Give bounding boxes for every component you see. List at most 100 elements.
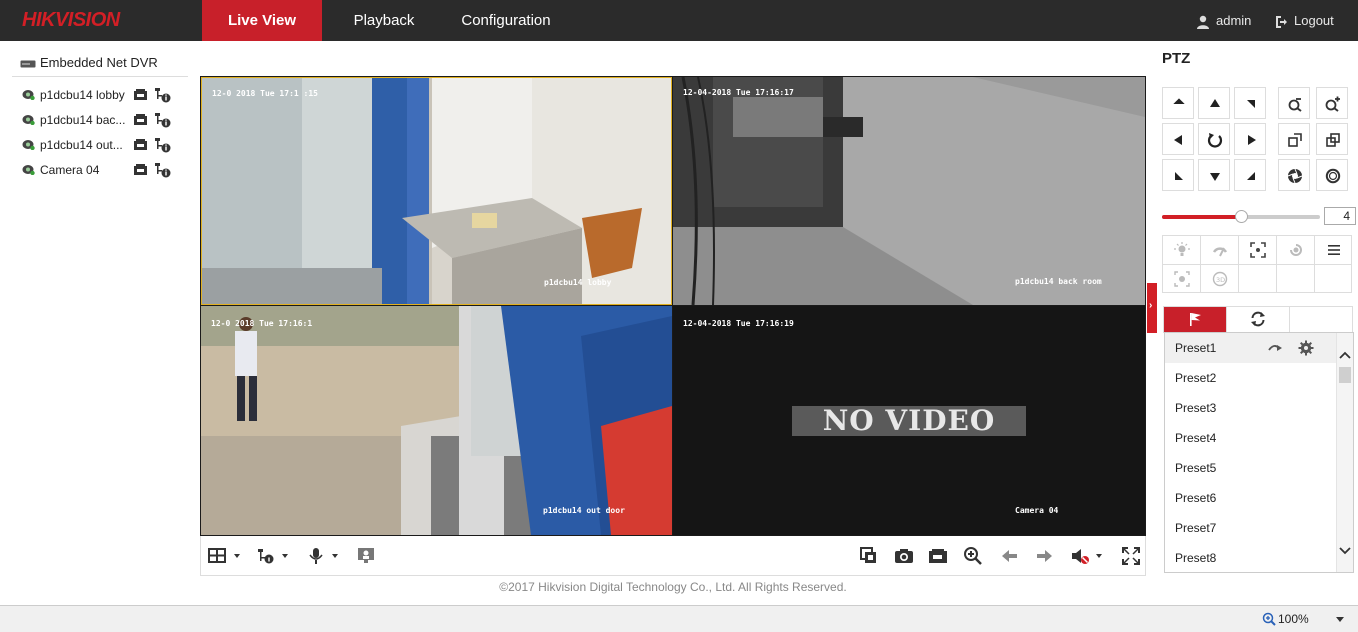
channel-info-icon[interactable] [154, 137, 172, 153]
ptz-up-button[interactable] [1198, 87, 1230, 119]
preset-scrollbar[interactable] [1336, 333, 1353, 572]
light-button[interactable] [1163, 236, 1201, 264]
camera-item[interactable]: p1dcbu14 bac... [22, 112, 182, 130]
camera-item[interactable]: Camera 04 [22, 162, 182, 180]
auxiliary-focus-button[interactable] [1239, 236, 1277, 264]
chevron-up-icon[interactable] [1338, 349, 1352, 361]
record-icon[interactable] [133, 163, 148, 177]
ptz-speed-value[interactable]: 4 [1324, 207, 1356, 225]
video-timestamp: 12-0 2018 Tue 17:1 :15 [212, 89, 318, 98]
call-preset-icon[interactable] [1267, 340, 1283, 356]
fullscreen-button[interactable] [1121, 546, 1145, 566]
stream-type-button[interactable] [257, 546, 288, 566]
ptz-up-right-button[interactable] [1234, 87, 1266, 119]
camera-icon [22, 90, 35, 100]
record-all-button[interactable] [928, 546, 952, 566]
zoom-out-button[interactable] [1278, 87, 1310, 119]
list-item[interactable]: Preset7 [1165, 513, 1337, 543]
wiper-icon [1212, 247, 1228, 257]
next-page-button[interactable] [1034, 546, 1058, 566]
tab-preset[interactable] [1164, 307, 1227, 332]
empty-function-slot [1277, 265, 1315, 293]
tab-playback[interactable]: Playback [334, 0, 434, 41]
gear-icon[interactable] [1298, 340, 1314, 356]
tab-pattern[interactable] [1290, 307, 1353, 332]
preset-label: Preset7 [1175, 521, 1217, 535]
tab-patrol[interactable] [1227, 307, 1290, 332]
previous-page-button[interactable] [1000, 546, 1024, 566]
ptz-down-right-button[interactable] [1234, 159, 1266, 191]
ptz-down-left-button[interactable] [1162, 159, 1194, 191]
fullscreen-icon [1122, 547, 1140, 565]
iris-open-button[interactable] [1278, 159, 1310, 191]
list-item[interactable]: Preset5 [1165, 453, 1337, 483]
tab-configuration[interactable]: Configuration [448, 0, 564, 41]
lens-initialization-button[interactable] [1277, 236, 1315, 264]
camera-item[interactable]: p1dcbu14 out... [22, 137, 182, 155]
device-tree-root[interactable]: Embedded Net DVR [20, 55, 158, 70]
focus-near-button[interactable] [1278, 123, 1310, 155]
browser-status-bar: 100% [0, 605, 1358, 632]
stop-all-button[interactable] [859, 546, 883, 566]
manual-tracking-button[interactable] [1163, 265, 1201, 293]
zoom-level[interactable]: 100% [1278, 612, 1309, 626]
volume-button[interactable] [1071, 546, 1102, 566]
3d-zoom-button[interactable]: 3D [1201, 265, 1239, 293]
video-camera-name: p1dcbu14 lobby [544, 278, 612, 287]
channel-info-icon[interactable] [154, 112, 172, 128]
function-divider [1163, 264, 1351, 265]
collapse-ptz-panel-button[interactable]: › [1147, 283, 1157, 333]
list-item[interactable]: Preset3 [1165, 393, 1337, 423]
light-bulb-icon [1174, 242, 1190, 256]
wiper-button[interactable] [1201, 236, 1239, 264]
chevron-down-icon[interactable] [1335, 616, 1345, 624]
camera-item[interactable]: p1dcbu14 lobby [22, 87, 182, 105]
capture-button[interactable] [894, 546, 918, 566]
video-tile-back-room[interactable]: 12-04-2018 Tue 17:16:17 p1dcbu14 back ro… [673, 77, 1145, 305]
video-tile-lobby[interactable]: 12-0 2018 Tue 17:1 :15 p1dcbu14 lobby [201, 77, 672, 305]
user-menu[interactable]: admin [1196, 0, 1251, 41]
list-item[interactable]: Preset8 [1165, 543, 1337, 572]
chevron-down-icon[interactable] [1338, 545, 1352, 557]
ptz-auto-scan-button[interactable] [1198, 123, 1230, 155]
logout-button[interactable]: Logout [1274, 0, 1334, 41]
rotate-icon [1207, 133, 1223, 148]
list-item[interactable]: Preset6 [1165, 483, 1337, 513]
preset-patrol-tabs [1163, 306, 1353, 333]
arrow-down-right-icon [1247, 172, 1255, 180]
window-layout-button[interactable] [208, 546, 240, 566]
ptz-right-button[interactable] [1234, 123, 1266, 155]
list-item[interactable]: Preset2 [1165, 363, 1337, 393]
username-label: admin [1216, 13, 1252, 28]
scrollbar-thumb[interactable] [1339, 367, 1351, 383]
video-tile-out-door[interactable]: 12-0 2018 Tue 17:16:1 p1dcbu14 out door [201, 306, 672, 535]
tab-live-view[interactable]: Live View [202, 0, 322, 41]
zoom-in-icon [1325, 96, 1340, 112]
back-room-scene [673, 77, 1145, 305]
ptz-function-panel: 3D [1162, 235, 1352, 293]
menu-button[interactable] [1315, 236, 1353, 264]
two-way-audio-button[interactable] [307, 546, 338, 566]
focus-near-icon [1288, 133, 1302, 147]
record-icon[interactable] [133, 138, 148, 152]
ptz-up-left-button[interactable] [1162, 87, 1194, 119]
ptz-speed-slider[interactable] [1162, 210, 1320, 223]
focus-far-button[interactable] [1316, 123, 1348, 155]
preset-label: Preset4 [1175, 431, 1217, 445]
record-icon[interactable] [133, 88, 148, 102]
iris-close-button[interactable] [1316, 159, 1348, 191]
slider-thumb[interactable] [1235, 210, 1248, 223]
zoom-out-icon [1288, 98, 1302, 112]
zoom-in-button[interactable] [1316, 87, 1348, 119]
record-icon[interactable] [133, 113, 148, 127]
no-video-label: NO VIDEO [792, 406, 1026, 436]
digital-zoom-button[interactable] [963, 546, 987, 566]
channel-info-icon[interactable] [154, 162, 172, 178]
list-item[interactable]: Preset1 [1165, 333, 1337, 363]
channel-info-icon[interactable] [154, 87, 172, 103]
video-timestamp: 12-04-2018 Tue 17:16:19 [683, 319, 794, 328]
list-item[interactable]: Preset4 [1165, 423, 1337, 453]
ptz-down-button[interactable] [1198, 159, 1230, 191]
ptz-left-button[interactable] [1162, 123, 1194, 155]
enable-digital-zoom-button[interactable] [356, 546, 380, 566]
